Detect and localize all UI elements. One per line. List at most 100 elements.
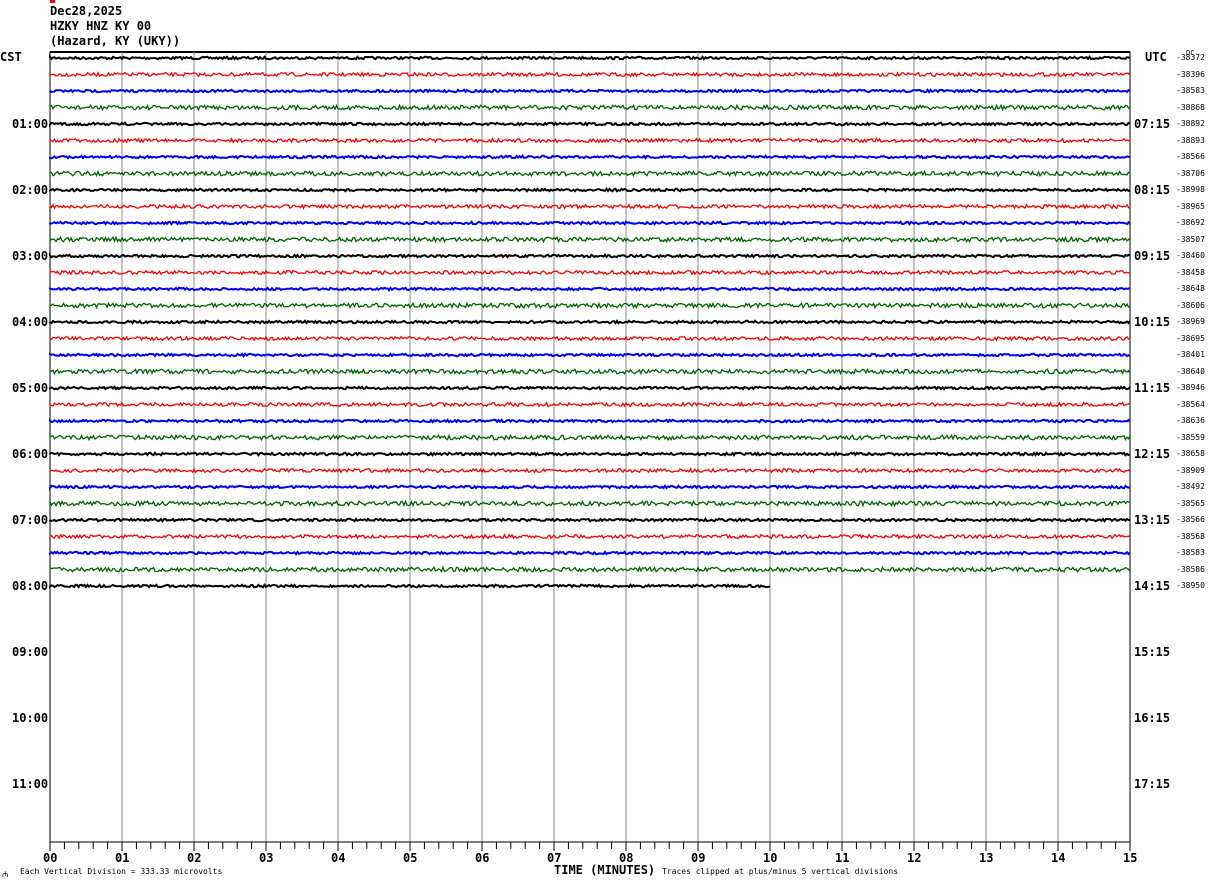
seismic-trace (49, 467, 1131, 474)
dc-offset-label: -38640 (1176, 366, 1205, 376)
dc-offset-label: -38507 (1176, 234, 1205, 244)
x-tick-label: 05 (403, 851, 418, 865)
x-tick-label: 04 (331, 851, 346, 865)
left-hour-label: 08:00 (12, 579, 49, 593)
dc-offset-label: -38568 (1176, 531, 1205, 541)
dc-offset-label: -38492 (1176, 482, 1205, 491)
right-hour-label: 11:15 (1134, 381, 1171, 395)
seismic-trace (49, 385, 1131, 391)
marker (50, 0, 55, 3)
seismic-trace (49, 269, 1131, 276)
dc-offset-label: -38566 (1176, 515, 1205, 524)
seismic-trace (49, 517, 1131, 523)
dc-offset-label: -38648 (1176, 284, 1205, 293)
dc-offset-label: -38706 (1176, 168, 1205, 178)
seismic-trace (49, 401, 1131, 408)
x-tick-label: 15 (1123, 851, 1138, 865)
seismic-trace (49, 451, 1131, 457)
seismic-trace (49, 169, 1131, 178)
seismic-trace (49, 533, 1131, 540)
left-hour-label: 06:00 (12, 447, 49, 461)
dc-offset-label: -38559 (1176, 432, 1205, 442)
dc-offset-label: -38969 (1176, 317, 1205, 326)
dc-offset-label: -38564 (1176, 399, 1205, 409)
right-hour-label: 13:15 (1134, 513, 1171, 527)
left-hour-label: 05:00 (12, 381, 49, 395)
right-hour-label: 17:15 (1134, 777, 1171, 791)
dc-offset-label: -38606 (1176, 300, 1205, 310)
seismic-trace (49, 53, 1131, 61)
right-hour-label: 08:15 (1134, 183, 1171, 197)
seismic-trace (49, 433, 1131, 442)
dc-offset-label: -38950 (1176, 581, 1205, 590)
x-tick-label: 10 (763, 851, 778, 865)
seismic-trace (49, 137, 1131, 144)
seismic-trace (49, 203, 1131, 210)
right-hour-label: 10:15 (1134, 315, 1171, 329)
dc-offset-label: -38583 (1176, 86, 1205, 95)
dc-offset-label: -38946 (1176, 383, 1205, 392)
dc-offset-label: -38695 (1176, 333, 1205, 343)
x-tick-label: 09 (691, 851, 706, 865)
dc-offset-label: -38998 (1176, 185, 1205, 194)
clip-note: Traces clipped at plus/minus 5 vertical … (662, 867, 899, 876)
x-tick-label: 00 (43, 851, 58, 865)
plot-frame (49, 51, 1131, 843)
dc-offset-label: -38460 (1176, 251, 1205, 260)
seismic-trace (49, 367, 1131, 376)
plot-area (49, 0, 1131, 851)
dc-offset-label: -38401 (1176, 350, 1205, 359)
dc-offset-label: -38868 (1176, 102, 1205, 112)
seismic-trace (49, 565, 1131, 574)
seismic-trace (49, 499, 1131, 508)
dc-offset-label: -38893 (1176, 135, 1205, 145)
seismic-trace (49, 319, 1131, 325)
helicorder: Dec28,2025 HZKY HNZ KY 00 (Hazard, KY (U… (0, 0, 1210, 886)
x-tick-label: 11 (835, 851, 850, 865)
seismic-trace (49, 71, 1131, 78)
seismic-trace (49, 121, 1131, 128)
left-hour-label: 04:00 (12, 315, 49, 329)
seismic-trace (49, 154, 1131, 160)
seismic-trace (49, 187, 1131, 193)
dc-offset-label: -38372 (1176, 53, 1205, 62)
dc-offset-label: -38658 (1176, 449, 1205, 458)
x-tick-label: 03 (259, 851, 274, 865)
dc-offset-label: -38566 (1176, 152, 1205, 161)
left-hour-label: 02:00 (12, 183, 49, 197)
seismic-trace (49, 103, 1130, 112)
seismic-trace (49, 352, 1131, 359)
dc-offset-label: -38636 (1176, 416, 1205, 425)
x-tick-label: 06 (475, 851, 490, 865)
x-tick-label: 13 (979, 851, 994, 865)
dc-offset-label: -38586 (1176, 564, 1205, 574)
seismic-trace (49, 88, 1131, 94)
dc-offset-label: -38965 (1176, 201, 1205, 211)
right-hour-label: 09:15 (1134, 249, 1171, 263)
dc-offset-label: -38583 (1176, 548, 1205, 557)
left-hour-label: 07:00 (12, 513, 49, 527)
dc-offset-label: -38892 (1176, 119, 1205, 128)
dc-offset-label: -38565 (1176, 498, 1205, 508)
seismic-trace (49, 335, 1131, 342)
right-hour-label: 12:15 (1134, 447, 1171, 461)
right-hour-label: 15:15 (1134, 645, 1171, 659)
logo-mark: ₼ (2, 870, 9, 879)
dc-offset-label: -38692 (1176, 218, 1205, 227)
seismic-trace (49, 220, 1131, 226)
seismic-trace (49, 252, 1131, 259)
right-hour-label: 07:15 (1134, 117, 1171, 131)
x-tick-label: 02 (187, 851, 202, 865)
seismic-trace (49, 550, 1131, 556)
x-tick-label: 12 (907, 851, 922, 865)
left-hour-label: 09:00 (12, 645, 49, 659)
seismic-trace (49, 286, 1131, 292)
x-tick-label: 14 (1051, 851, 1066, 865)
seismic-trace (49, 235, 1131, 244)
left-hour-label: 01:00 (12, 117, 49, 131)
seismic-trace (49, 301, 1131, 310)
dc-offset-label: -38396 (1176, 69, 1205, 79)
dc-offset-label: -38458 (1176, 267, 1205, 277)
x-axis-label: TIME (MINUTES) (554, 863, 656, 877)
left-hour-label: 11:00 (12, 777, 49, 791)
